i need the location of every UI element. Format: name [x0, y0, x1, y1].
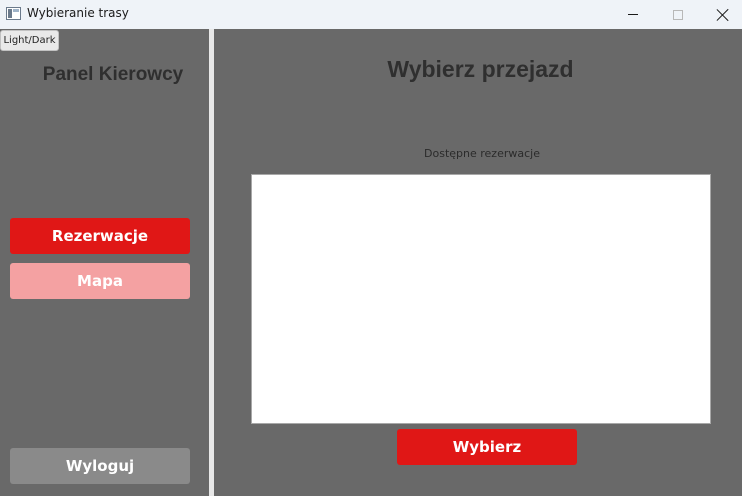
window-titlebar: Wybieranie trasy: [0, 0, 742, 29]
logout-button[interactable]: Wyloguj: [10, 448, 190, 484]
maximize-button[interactable]: [655, 0, 701, 29]
minimize-icon: [628, 14, 638, 15]
reservations-list-label: Dostępne rezerwacje: [424, 147, 540, 160]
main-panel: Wybierz przejazd Dostępne rezerwacje Wyb…: [214, 29, 742, 496]
choose-button[interactable]: Wybierz: [397, 429, 577, 465]
map-button[interactable]: Mapa: [10, 263, 190, 299]
window-title: Wybieranie trasy: [27, 6, 129, 20]
page-title: Wybierz przejazd: [387, 56, 574, 82]
sidebar: Panel Kierowcy Rezerwacje Mapa Wyloguj: [0, 29, 209, 496]
app-window-icon: [6, 7, 21, 20]
theme-toggle-button[interactable]: Light/Dark: [0, 30, 59, 51]
reservations-button[interactable]: Rezerwacje: [10, 218, 190, 254]
close-button[interactable]: [700, 0, 742, 29]
close-icon: [717, 9, 729, 21]
sidebar-title: Panel Kierowcy: [42, 64, 184, 85]
reservations-list[interactable]: [251, 174, 711, 424]
minimize-button[interactable]: [610, 0, 656, 29]
maximize-icon: [673, 9, 683, 20]
